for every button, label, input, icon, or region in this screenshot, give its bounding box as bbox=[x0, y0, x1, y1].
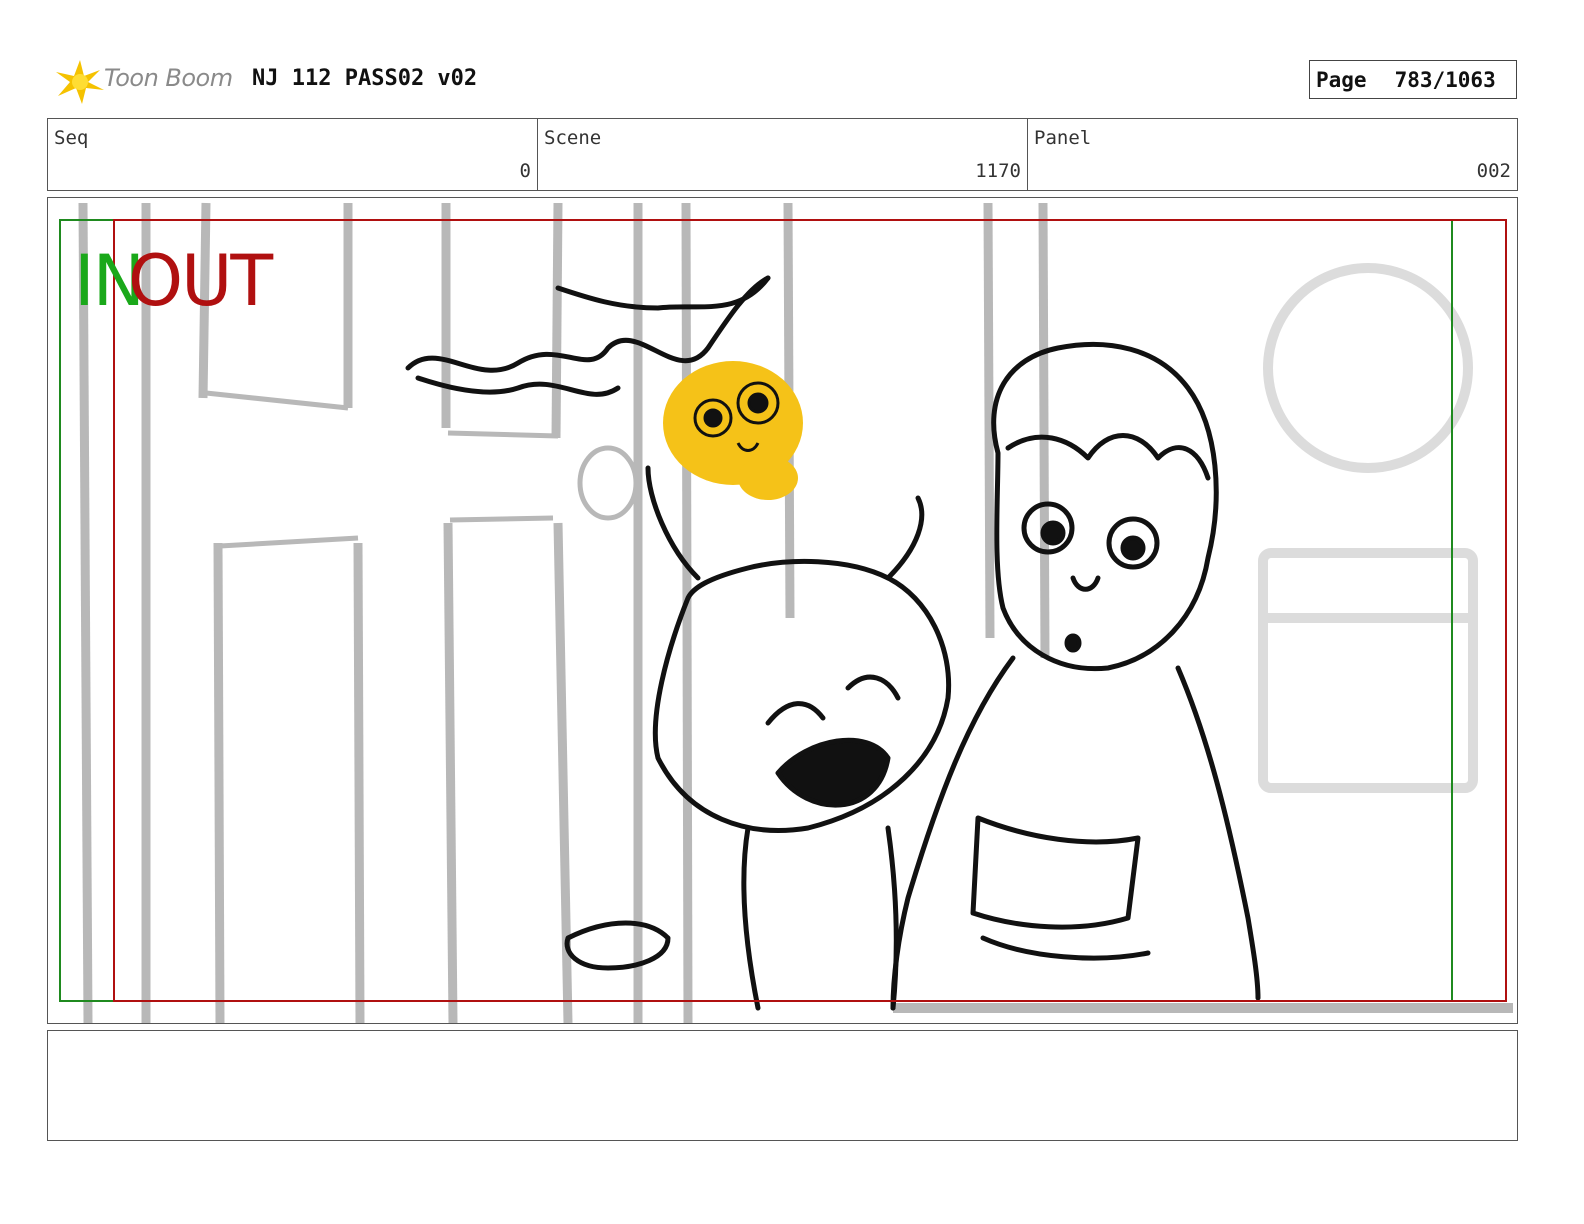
out-label: OUT bbox=[128, 240, 273, 322]
seq-value: 0 bbox=[519, 160, 531, 182]
scene-label: Scene bbox=[544, 127, 602, 149]
storyboard-panel: IN OUT bbox=[47, 197, 1518, 1024]
seq-label: Seq bbox=[54, 127, 89, 149]
info-row: Seq 0 Scene 1170 Panel 002 bbox=[47, 118, 1518, 191]
page-number: 783/1063 bbox=[1394, 67, 1496, 92]
notes-box[interactable] bbox=[47, 1030, 1518, 1141]
mirror-sketch bbox=[1258, 263, 1478, 793]
panel-cell: Panel 002 bbox=[1028, 119, 1517, 190]
seq-cell: Seq 0 bbox=[48, 119, 538, 190]
out-frame bbox=[113, 219, 1507, 1002]
background-sketch bbox=[78, 202, 1050, 1023]
scene-cell: Scene 1170 bbox=[538, 119, 1028, 190]
page-label: Page bbox=[1316, 67, 1367, 92]
scene-value: 1170 bbox=[975, 160, 1021, 182]
logo-text: Toon Boom bbox=[104, 64, 233, 92]
starburst-icon bbox=[56, 60, 104, 104]
page-indicator: Page 783/1063 bbox=[1309, 60, 1517, 99]
document-title: NJ 112 PASS02 v02 bbox=[252, 66, 478, 91]
panel-value: 002 bbox=[1476, 160, 1511, 182]
panel-label: Panel bbox=[1034, 127, 1092, 149]
